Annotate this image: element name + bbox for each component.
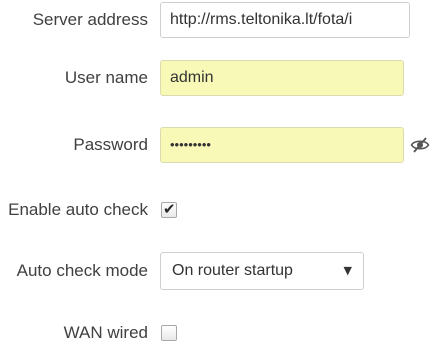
chevron-down-icon: ▼ [343, 264, 352, 277]
checkmark-icon: ✔ [163, 200, 176, 218]
password-label: Password [73, 135, 148, 154]
password-input[interactable]: ••••••••• [160, 127, 404, 163]
user-name-input[interactable]: admin [160, 60, 404, 96]
auto-check-mode-select[interactable]: On router startup ▼ [160, 252, 364, 290]
enable-auto-check-label: Enable auto check [8, 200, 148, 219]
enable-auto-check-checkbox[interactable]: ✔ [161, 200, 177, 218]
auto-check-mode-label: Auto check mode [16, 261, 148, 280]
auto-check-mode-row: Auto check mode On router startup ▼ [0, 251, 433, 291]
server-address-row: Server address http://rms.teltonika.lt/f… [0, 0, 433, 40]
password-row: Password ••••••••• [0, 125, 433, 165]
wan-wired-checkbox[interactable] [161, 325, 177, 341]
user-name-label: User name [64, 68, 148, 87]
auto-check-mode-selected-value: On router startup [172, 262, 293, 279]
enable-auto-check-row: Enable auto check ✔ [0, 190, 433, 230]
user-name-row: User name admin [0, 58, 433, 98]
wan-wired-label: WAN wired [63, 323, 148, 342]
server-address-input[interactable]: http://rms.teltonika.lt/fota/i [160, 2, 410, 38]
fota-settings-form: Server address http://rms.teltonika.lt/f… [0, 0, 433, 349]
server-address-label: Server address [32, 10, 148, 29]
eye-slash-icon[interactable] [410, 135, 430, 155]
wan-wired-row: WAN wired [0, 313, 433, 349]
